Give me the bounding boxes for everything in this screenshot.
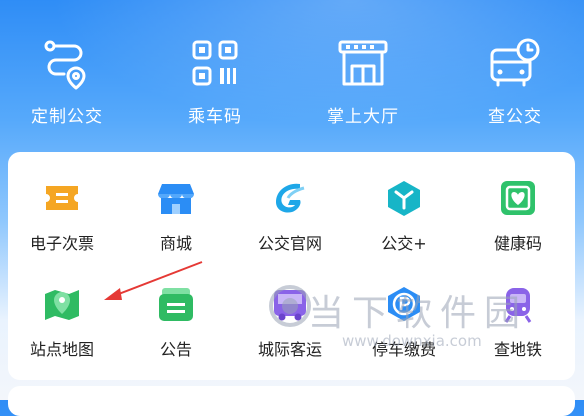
watermark-text: 当下软件园 (308, 293, 529, 334)
watermark-logo-icon (269, 285, 311, 327)
watermark-url: www.downxia.com (342, 332, 482, 350)
watermark: 当下软件园 www.downxia.com (268, 280, 558, 360)
